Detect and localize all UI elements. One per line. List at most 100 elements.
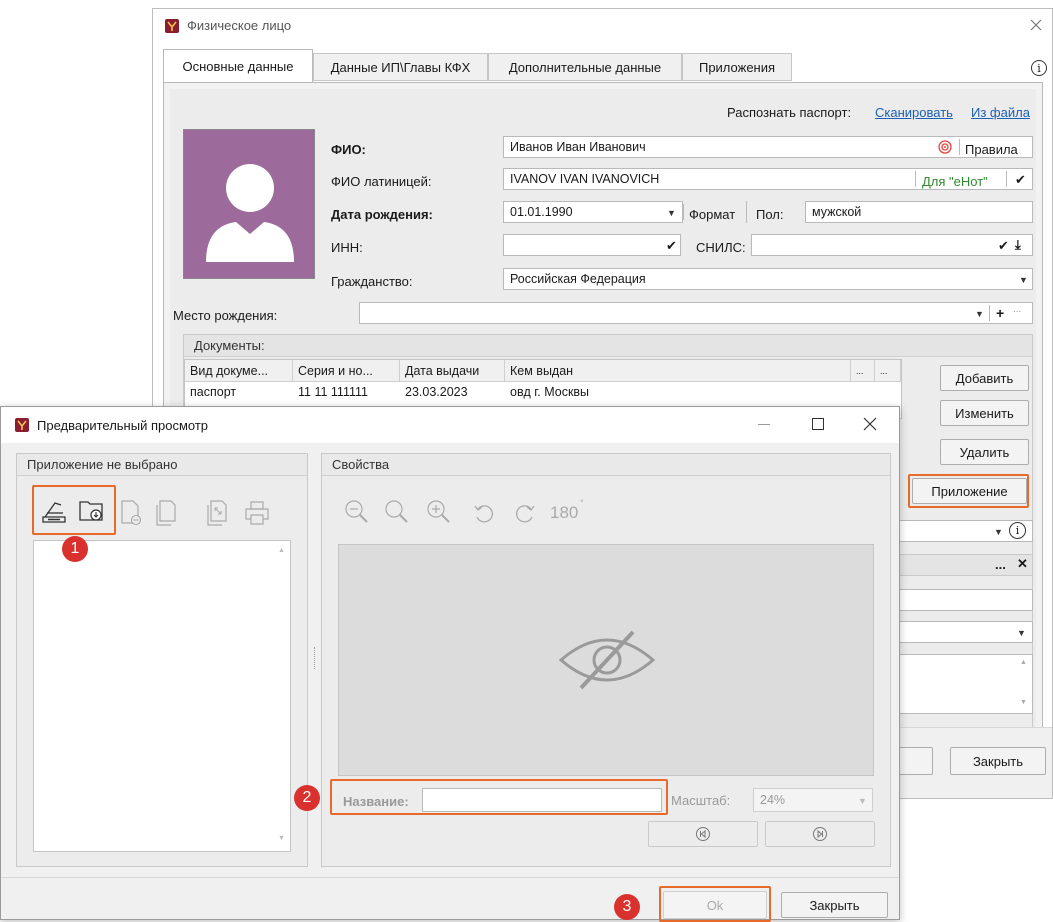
lower-header-bar [893,554,1033,576]
check-icon[interactable]: ✔ [1015,172,1026,188]
table-row-series[interactable]: 11 11 111111 [293,382,368,402]
target-icon[interactable] [938,140,952,154]
citizenship-select[interactable]: Российская Федерация [503,268,1033,290]
from-file-link[interactable]: Из файла [971,105,1030,120]
step-badge-1: 1 [62,536,88,562]
tab-additional-data[interactable]: Дополнительные данные [488,53,682,81]
scale-label: Масштаб: [671,793,731,808]
info-icon[interactable]: i [1031,60,1047,76]
gender-label: Пол: [756,207,784,222]
inn-check-icon[interactable]: ✔ [666,238,677,254]
remove-page-icon[interactable] [118,499,144,527]
col-series[interactable]: Серия и но... [293,360,400,382]
chevron-down-icon[interactable]: ▼ [994,527,1003,537]
splitter-handle[interactable] [314,647,317,669]
recognize-passport-label: Распознать паспорт: [727,105,852,120]
lower-textarea[interactable]: ▲ ▼ [893,654,1033,714]
scroll-up-icon[interactable]: ▲ [1020,659,1027,666]
lower-field-2[interactable] [893,589,1033,611]
zoom-out-icon[interactable] [344,499,370,525]
inn-field[interactable] [503,234,681,256]
scroll-up-icon[interactable]: ▲ [278,547,285,554]
close-icon[interactable] [863,417,877,431]
col-doc-type[interactable]: Вид докуме... [185,360,293,382]
print-icon[interactable] [243,499,271,527]
resize-page-icon[interactable] [204,499,230,527]
scale-select[interactable]: 24% [753,788,873,812]
snils-field[interactable] [751,234,1033,256]
preview-area[interactable] [338,544,874,776]
hidden-eye-icon [558,630,656,690]
chevron-down-icon[interactable]: ▼ [667,208,676,218]
birth-date-field[interactable]: 01.01.1990 [503,201,683,223]
zoom-fit-icon[interactable] [384,499,410,525]
rotate-right-icon[interactable] [513,501,537,525]
close-icon[interactable] [1028,17,1044,33]
copy-page-icon[interactable] [153,499,179,527]
table-row-date[interactable]: 23.03.2023 [400,382,468,402]
inn-label: ИНН: [331,240,363,255]
chevron-down-icon[interactable]: ▼ [1017,628,1026,638]
edit-button[interactable]: Изменить [940,400,1029,426]
tab-main-data[interactable]: Основные данные [163,49,313,83]
scroll-down-icon[interactable]: ▼ [278,835,285,842]
scroll-down-icon[interactable]: ▼ [1020,699,1027,706]
tab-label: Приложения [698,59,776,75]
last-page-button[interactable] [765,821,875,847]
attachments-list[interactable]: ▲ ▼ [33,540,291,852]
tab-label: Основные данные [182,59,294,74]
tab-attachments[interactable]: Приложения [682,53,792,81]
table-row-type[interactable]: паспорт [185,382,236,402]
fio-latin-value: IVANOV IVAN IVANOVICH [510,172,660,186]
rotate-left-icon[interactable] [472,501,496,525]
col-issue-date[interactable]: Дата выдачи [400,360,505,382]
divider [1006,171,1007,187]
remove-icon[interactable]: ✕ [1017,556,1028,572]
chevron-down-icon[interactable]: ▼ [1019,275,1028,285]
download-icon[interactable]: ⤓ [1015,237,1021,253]
more-icon[interactable]: ... [1013,304,1021,315]
delete-button[interactable]: Удалить [940,439,1029,465]
preview-close-button[interactable]: Закрыть [781,892,888,918]
properties-group-title: Свойства [322,454,890,476]
close-button[interactable]: Закрыть [950,747,1046,775]
person-silhouette-icon [206,164,294,262]
chevron-down-icon[interactable]: ▼ [975,309,984,319]
person-titlebar: Физическое лицо [153,9,1052,43]
first-page-icon [696,827,710,841]
col-more-2[interactable]: ... [875,360,901,382]
rotate-180-button[interactable]: 180 [550,503,578,523]
step-badge-3: 3 [614,894,640,920]
gender-field[interactable]: мужской [805,201,1033,223]
fio-latin-label: ФИО латиницей: [331,174,432,189]
avatar[interactable] [183,129,315,279]
col-issuer[interactable]: Кем выдан [505,360,851,382]
format-button[interactable]: Формат [689,207,735,222]
first-page-button[interactable] [648,821,758,847]
divider [989,305,990,321]
toolbar-highlight [32,485,116,535]
add-button[interactable]: Добавить [940,365,1029,391]
tab-ip-data[interactable]: Данные ИП\Главы КФХ [313,53,488,81]
plus-icon[interactable]: + [996,305,1004,321]
maximize-icon[interactable] [812,418,824,430]
scan-link[interactable]: Сканировать [875,105,953,120]
enot-button[interactable]: Для "еНот" [922,174,988,189]
info-icon[interactable]: i [1009,522,1026,539]
fio-field[interactable]: Иванов Иван Иванович [503,136,1033,158]
divider [959,139,960,155]
lower-select-3[interactable] [893,621,1033,643]
table-row-issuer[interactable]: овд г. Москвы [505,382,589,402]
birth-date-label: Дата рождения: [331,207,433,222]
birthplace-field[interactable] [359,302,1033,324]
minimize-icon[interactable] [758,424,770,425]
snils-check-icon[interactable]: ✔ [998,238,1009,254]
preview-titlebar: Предварительный просмотр [1,407,899,443]
chevron-down-icon[interactable]: ▼ [858,796,867,806]
birthplace-label: Место рождения: [173,308,278,323]
rules-button[interactable]: Правила [965,142,1018,157]
more-icon[interactable]: ... [995,557,1006,572]
person-window-title: Физическое лицо [187,18,292,33]
col-more-1[interactable]: ... [851,360,875,382]
zoom-in-icon[interactable] [426,499,452,525]
